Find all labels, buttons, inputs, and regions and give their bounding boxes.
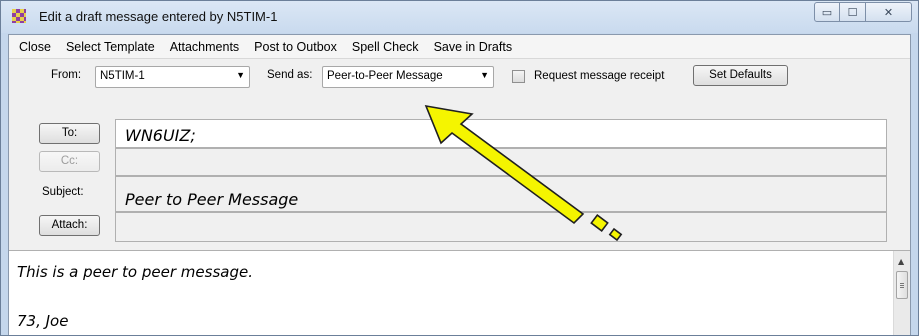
menu-post-to-outbox[interactable]: Post to Outbox: [254, 40, 337, 54]
message-body[interactable]: This is a peer to peer message. 73, Joe …: [9, 250, 910, 335]
send-as-value: Peer-to-Peer Message: [327, 70, 443, 82]
grip-line: [900, 285, 904, 286]
body-line-3: 73, Joe: [17, 312, 69, 330]
to-value: WN6UIZ;: [125, 126, 196, 145]
menu-close[interactable]: Close: [19, 40, 51, 54]
title-bar[interactable]: Edit a draft message entered by N5TIM-1 …: [1, 1, 918, 33]
subject-field[interactable]: Peer to Peer Message: [115, 176, 887, 212]
to-field[interactable]: WN6UIZ;: [115, 119, 887, 148]
request-receipt-checkbox[interactable]: [512, 70, 525, 83]
close-window-button[interactable]: ✕: [866, 2, 912, 22]
attach-button[interactable]: Attach:: [39, 215, 100, 236]
dropdown-arrow-icon: ▼: [236, 70, 245, 80]
grip-line: [900, 283, 904, 284]
caption-buttons: ▭ ☐ ✕: [814, 2, 912, 22]
minimize-icon: ▭: [821, 5, 833, 19]
app-icon: [12, 9, 26, 23]
scroll-thumb[interactable]: [896, 271, 908, 299]
body-vertical-scrollbar[interactable]: ▲: [893, 251, 910, 335]
from-label: From:: [51, 69, 82, 81]
maximize-icon: ☐: [847, 5, 858, 19]
set-defaults-button[interactable]: Set Defaults: [693, 65, 788, 86]
menu-bar: Close Select Template Attachments Post t…: [9, 35, 910, 59]
subject-label: Subject:: [42, 186, 84, 198]
send-as-label: Send as:: [267, 69, 313, 81]
from-value: N5TIM-1: [100, 70, 145, 82]
grip-line: [900, 287, 904, 288]
scroll-up-arrow-icon[interactable]: ▲: [898, 257, 904, 266]
menu-spell-check[interactable]: Spell Check: [352, 40, 419, 54]
maximize-button[interactable]: ☐: [840, 2, 866, 22]
to-button[interactable]: To:: [39, 123, 100, 144]
attachments-field[interactable]: [115, 212, 887, 242]
request-receipt-label: Request message receipt: [534, 70, 665, 82]
dropdown-arrow-icon: ▼: [480, 70, 489, 80]
window-title: Edit a draft message entered by N5TIM-1: [39, 9, 278, 24]
minimize-button[interactable]: ▭: [814, 2, 840, 22]
cc-button[interactable]: Cc:: [39, 151, 100, 172]
menu-select-template[interactable]: Select Template: [66, 40, 155, 54]
close-icon: ✕: [883, 5, 894, 19]
body-line-1: This is a peer to peer message.: [17, 263, 253, 281]
send-as-select[interactable]: Peer-to-Peer Message ▼: [322, 66, 494, 88]
editor-client-area: Close Select Template Attachments Post t…: [8, 34, 911, 335]
editor-window: Edit a draft message entered by N5TIM-1 …: [0, 0, 919, 336]
from-row: From: N5TIM-1 ▼ Send as: Peer-to-Peer Me…: [9, 60, 910, 93]
from-select[interactable]: N5TIM-1 ▼: [95, 66, 250, 88]
menu-attachments[interactable]: Attachments: [170, 40, 239, 54]
subject-value: Peer to Peer Message: [125, 190, 299, 209]
menu-save-in-drafts[interactable]: Save in Drafts: [434, 40, 513, 54]
cc-field[interactable]: [115, 148, 887, 176]
